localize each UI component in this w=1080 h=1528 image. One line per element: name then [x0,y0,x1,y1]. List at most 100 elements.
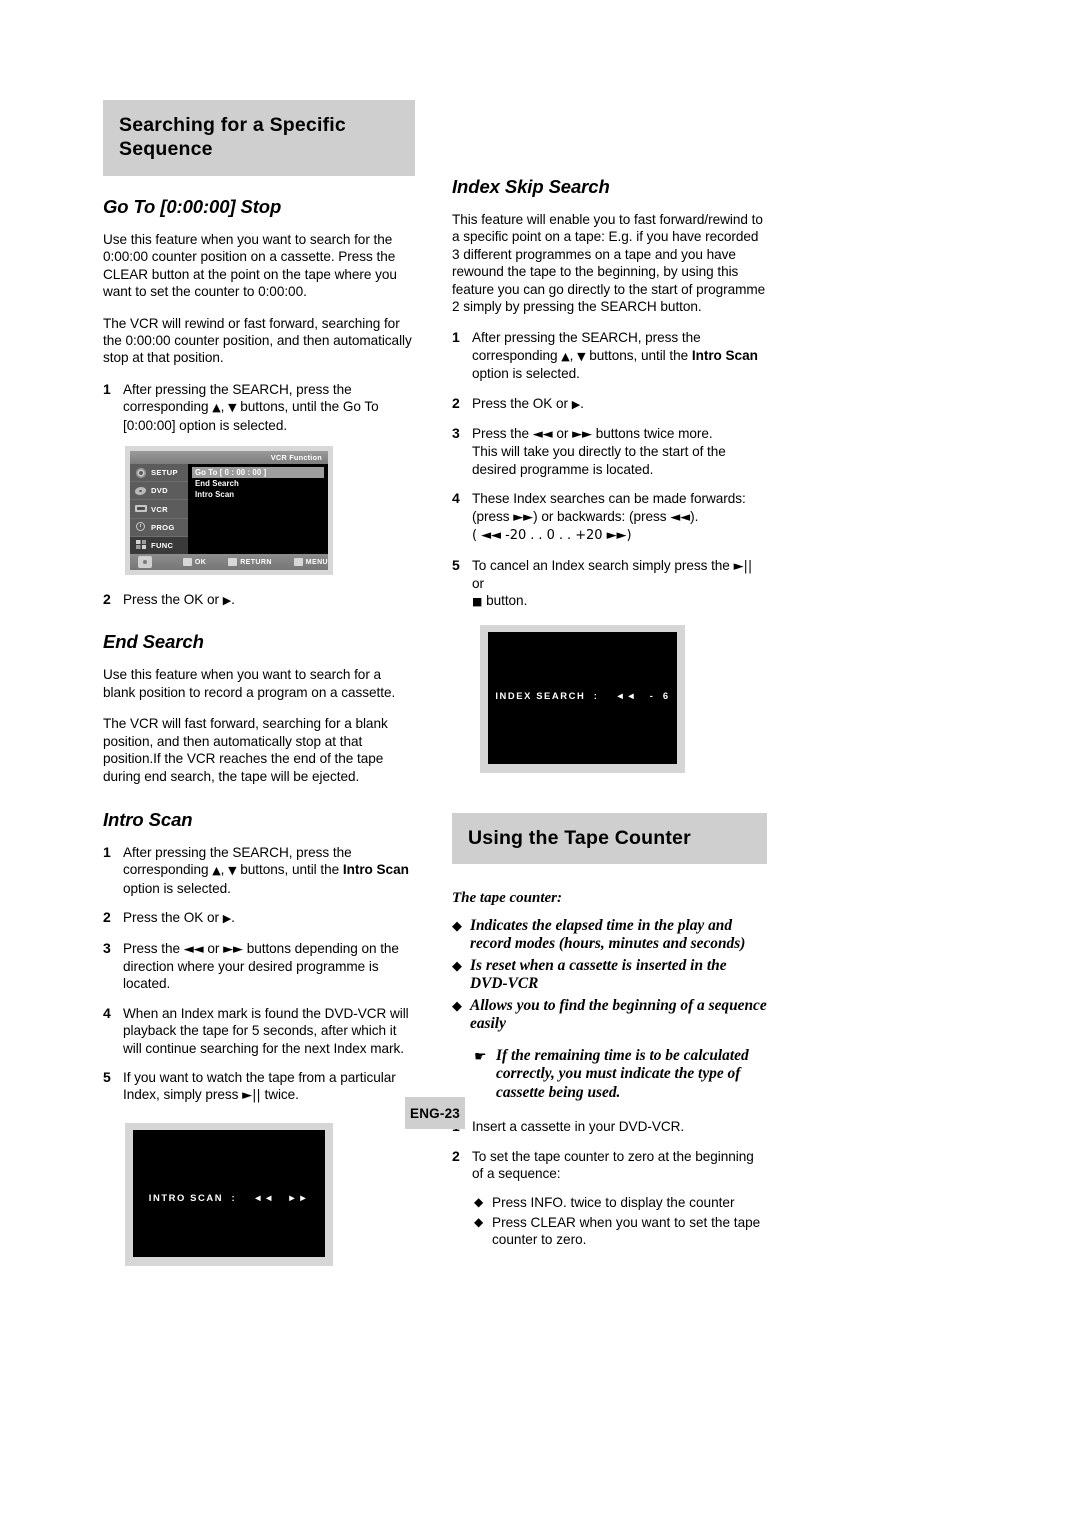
fast-forward-icon: ►► [572,427,592,443]
intro-scan-steps: 1 After pressing the SEARCH, press the c… [103,844,415,1105]
fast-forward-icon: ►► [513,509,534,525]
step-text-part-2: or [203,940,224,956]
period: . [580,395,584,411]
up-arrow-icon: ▲ [212,401,221,415]
osd-option-intro-scan[interactable]: Intro Scan [192,489,324,500]
osd-intro-scan-screen: INTRO SCAN : ◄◄ ►► [125,1122,333,1266]
step-number: 4 [452,490,460,507]
tape-icon [134,503,148,515]
step-text-part-4: This will take you directly to the start… [472,444,726,477]
osd-sidebar-item-func[interactable]: FUNC [130,536,188,555]
goto-step-2-wrap: 2 Press the OK or ▶. [103,591,415,609]
diamond-icon: ◆ [474,1195,484,1210]
heading-end-search: End Search [103,631,204,653]
step-item: 4 When an Index mark is found the DVD-VC… [103,1005,415,1057]
down-arrow-icon: ▼ [228,864,237,878]
heading-go-to-stop: Go To [0:00:00] Stop [103,196,282,217]
index-range-text: ( ◄◄ -20 . . 0 . . +20 ►►) [472,528,632,544]
step-text: Press the ◄◄ or ►► buttons twice more. Th… [472,425,767,478]
step-text-part: Press the OK or [472,395,572,411]
osd-footer-bar: OK RETURN MENU [130,554,328,571]
step-text: After pressing the SEARCH, press the cor… [123,844,415,897]
step-text-part-3: ). [690,508,699,524]
bullet-text: Is reset when a cassette is inserted in … [470,956,727,992]
heading-index-skip-search: Index Skip Search [452,176,610,197]
bullet-item: ◆ Is reset when a cassette is inserted i… [452,957,767,993]
step-text: These Index searches can be made forward… [472,490,767,544]
end-search-paragraph-1: Use this feature when you want to search… [103,667,396,700]
osd-sidebar-item-dvd[interactable]: DVD [130,482,188,501]
step-text-part-2: or [552,426,573,442]
osd-sidebar-item-vcr[interactable]: VCR [130,500,188,519]
tape-counter-sub-bullets: ◆ Press INFO. twice to display the count… [474,1194,767,1248]
step-number: 2 [103,909,111,926]
step-text-bold: Intro Scan [691,347,758,363]
step-text-part-3: buttons twice more. [591,426,713,442]
bullet-item: ◆ Press INFO. twice to display the count… [474,1194,767,1211]
osd-footer-label: RETURN [240,558,272,566]
step-text-part: Press the [472,426,533,442]
step-number: 3 [103,939,111,956]
tape-counter-lead: The tape counter: [452,889,562,906]
osd-option-end-search[interactable]: End Search [192,478,324,489]
diamond-icon: ◆ [452,997,462,1013]
bullet-item: ◆ Indicates the elapsed time in the play… [452,917,767,953]
play-right-icon: ▶ [222,594,232,608]
step-text-bold: Intro Scan [342,862,409,878]
tape-counter-steps: 1 Insert a cassette in your DVD-VCR. 2 T… [452,1118,767,1182]
step-item: 3 Press the ◄◄ or ►► buttons depending o… [103,940,415,993]
osd-sidebar-label: VCR [151,504,168,514]
play-right-icon: ▶ [571,397,581,411]
goto-paragraph-2: The VCR will rewind or fast forward, sea… [103,315,412,366]
stop-icon: ■ [472,595,483,609]
gear-icon [134,467,148,479]
step-text: After pressing the SEARCH, press the cor… [123,381,415,434]
period: . [231,910,235,926]
section-header-tape-counter: Using the Tape Counter [452,812,767,864]
step-number: 2 [103,591,111,608]
step-text-part-2: or [472,575,484,591]
ok-button-icon [182,558,192,567]
comma-separator: , [220,862,229,878]
menu-button-icon [293,558,303,567]
bullet-item: ◆ Allows you to find the beginning of a … [452,997,767,1033]
osd-sidebar-item-prog[interactable]: PROG [130,519,188,537]
osd-footer-ok: OK [182,558,206,567]
step-item: 5 To cancel an Index search simply press… [452,557,767,611]
diamond-icon: ◆ [474,1214,484,1229]
disc-icon [134,485,148,497]
up-arrow-icon: ▲ [212,864,221,878]
return-button-icon [228,558,238,567]
step-item: 2 Press the OK or ▶. [103,909,415,927]
step-number: 4 [103,1004,111,1021]
bullet-item: ◆ Press CLEAR when you want to set the t… [474,1214,767,1249]
osd-body: SETUP DVD VCR PROG FUNC Go To [0: 00:… [130,464,328,555]
osd-sidebar-label: PROG [151,522,175,532]
step-item: 1 After pressing the SEARCH, press the c… [103,844,415,897]
step-text-part-2: twice. [260,1087,299,1103]
osd-option-go-to[interactable]: Go To [ 0 : 00 : 00 ] [192,467,324,479]
step-number: 2 [452,1147,460,1164]
osd-screen-inner: INDEX SEARCH : ◄◄ - 6 [488,631,677,764]
step-number: 2 [452,394,460,411]
step-number: 3 [452,425,460,442]
down-arrow-icon: ▼ [577,349,586,363]
osd-footer-return: RETURN [228,558,272,567]
down-arrow-icon: ▼ [228,401,237,415]
bullet-text: Indicates the elapsed time in the play a… [470,916,746,952]
bullet-text: Allows you to find the beginning of a se… [470,996,767,1032]
step-number: 1 [103,843,111,860]
osd-sidebar-label: SETUP [151,468,178,478]
osd-option-list: Go To [ 0 : 00 : 00 ] End Search Intro S… [188,464,328,555]
step-text-part: Press the OK or [123,910,223,926]
osd-index-search-screen: INDEX SEARCH : ◄◄ - 6 [480,624,685,773]
osd-sidebar-item-setup[interactable]: SETUP [130,464,188,483]
comma-separator: , [569,347,578,363]
tape-counter-bullets: ◆ Indicates the elapsed time in the play… [452,917,767,1033]
step-item: 2 Press the OK or ▶. [103,591,415,609]
step-item: 5 If you want to watch the tape from a p… [103,1069,415,1105]
diamond-icon: ◆ [452,957,462,973]
rewind-icon: ◄◄ [670,509,691,525]
osd-title: VCR Function [130,451,328,465]
right-column: Index Skip Search This feature will enab… [452,100,767,1251]
